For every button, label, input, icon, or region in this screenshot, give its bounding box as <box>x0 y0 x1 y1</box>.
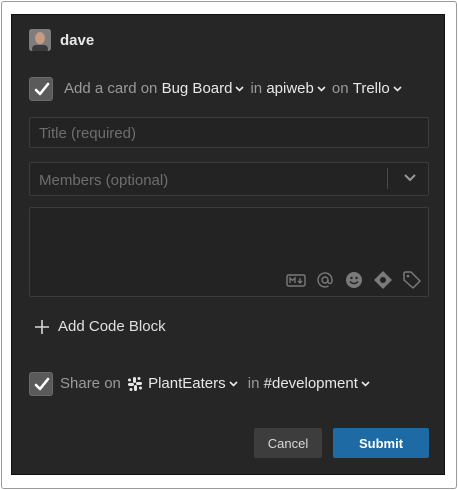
members-placeholder: Members (optional) <box>39 172 169 189</box>
share-in-word: in <box>247 375 260 392</box>
markdown-icon[interactable] <box>286 270 306 290</box>
members-divider <box>387 168 388 189</box>
check-icon <box>34 377 50 391</box>
board-dropdown[interactable]: Bug Board <box>162 80 233 97</box>
submit-button[interactable]: Submit <box>333 428 429 458</box>
chevron-down-icon[interactable] <box>403 173 417 183</box>
channel-dropdown[interactable]: #development <box>264 375 358 392</box>
title-input[interactable]: Title (required) <box>29 117 429 148</box>
on-word: on <box>331 80 349 97</box>
add-code-block-label: Add Code Block <box>58 318 166 335</box>
cancel-button[interactable]: Cancel <box>254 428 322 458</box>
in-word: in <box>250 80 263 97</box>
tag-icon[interactable] <box>402 270 422 290</box>
chevron-down-icon <box>317 85 326 92</box>
service-dropdown[interactable]: Trello <box>353 80 390 97</box>
slack-icon <box>128 376 143 391</box>
share-prefix: Share on <box>60 375 121 392</box>
share-row: Share on PlantEaters in #development <box>60 375 376 392</box>
add-code-block-button[interactable]: Add Code Block <box>34 318 166 335</box>
trello-checkbox[interactable] <box>29 77 53 101</box>
share-checkbox[interactable] <box>29 372 53 396</box>
trello-prefix: Add a card on <box>64 80 158 97</box>
codemark-icon[interactable] <box>373 270 393 290</box>
username: dave <box>60 32 95 49</box>
title-placeholder: Title (required) <box>39 125 136 142</box>
chevron-down-icon <box>393 85 402 92</box>
check-icon <box>34 82 50 96</box>
chevron-down-icon <box>229 380 238 387</box>
trello-row: Add a card on Bug Board in apiweb on Tre… <box>64 80 408 97</box>
avatar <box>29 29 51 51</box>
workspace-dropdown[interactable]: PlantEaters <box>148 375 226 392</box>
mention-icon[interactable] <box>315 270 335 290</box>
emoji-icon[interactable] <box>344 270 364 290</box>
list-dropdown[interactable]: apiweb <box>266 80 314 97</box>
editor-toolbar <box>286 270 422 290</box>
description-textarea[interactable] <box>29 207 429 297</box>
chevron-down-icon <box>361 380 370 387</box>
chevron-down-icon <box>235 85 245 92</box>
members-select[interactable]: Members (optional) <box>29 162 429 196</box>
plus-icon <box>35 319 49 334</box>
codestream-compose-panel: dave Add a card on Bug Board in apiweb o… <box>11 14 445 475</box>
